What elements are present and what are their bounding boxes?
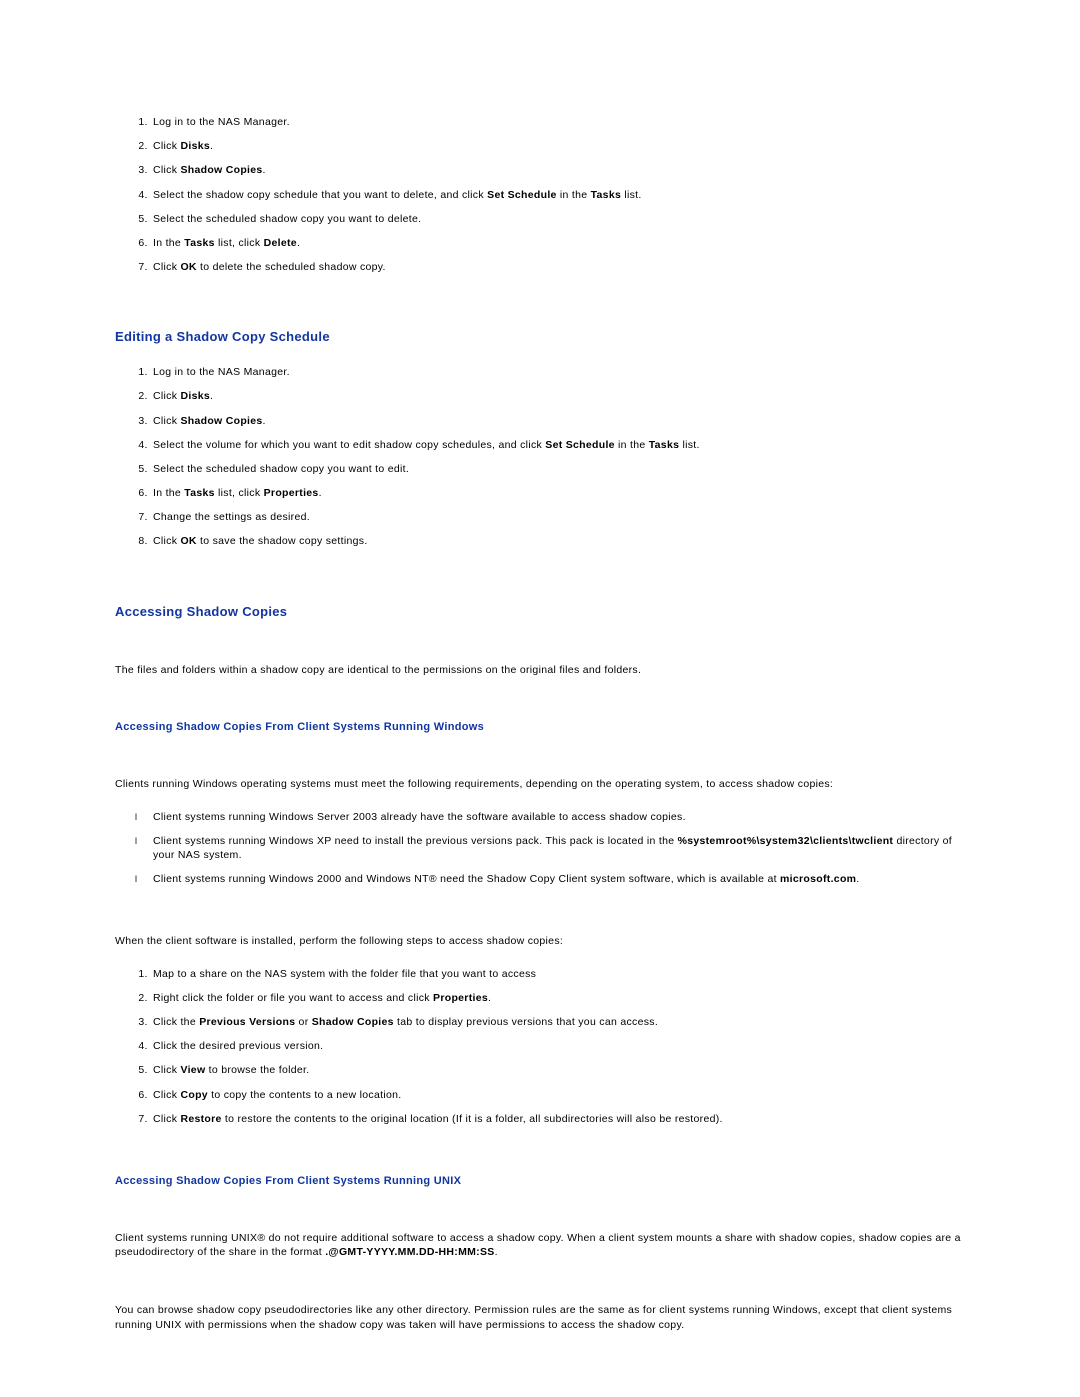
bullet-item: Client systems running Windows Server 20… xyxy=(139,805,965,829)
paragraph-intro: The files and folders within a shadow co… xyxy=(115,663,965,677)
step-item: In the Tasks list, click Delete. xyxy=(151,231,965,255)
step-item: Click Shadow Copies. xyxy=(151,409,965,433)
paragraph-unix-1: Client systems running UNIX® do not requ… xyxy=(115,1231,965,1259)
paragraph-unix-2: You can browse shadow copy pseudodirecto… xyxy=(115,1303,965,1331)
step-item: Click Disks. xyxy=(151,134,965,158)
step-item: Change the settings as desired. xyxy=(151,505,965,529)
subheading-windows-clients: Accessing Shadow Copies From Client Syst… xyxy=(115,721,965,733)
step-item: Select the scheduled shadow copy you wan… xyxy=(151,457,965,481)
steps-list-access-windows: Map to a share on the NAS system with th… xyxy=(115,962,965,1131)
step-item: Map to a share on the NAS system with th… xyxy=(151,962,965,986)
heading-accessing-shadow-copies: Accessing Shadow Copies xyxy=(115,604,965,619)
step-item: Click Disks. xyxy=(151,384,965,408)
step-item: Click Shadow Copies. xyxy=(151,158,965,182)
step-item: Click View to browse the folder. xyxy=(151,1058,965,1082)
bullet-item: Client systems running Windows 2000 and … xyxy=(139,867,965,891)
step-item: Log in to the NAS Manager. xyxy=(151,110,965,134)
step-item: Click OK to save the shadow copy setting… xyxy=(151,529,965,553)
steps-list-delete-schedule: Log in to the NAS Manager. Click Disks. … xyxy=(115,110,965,279)
document-page: Log in to the NAS Manager. Click Disks. … xyxy=(0,0,1080,1392)
step-item: Click Restore to restore the contents to… xyxy=(151,1107,965,1131)
paragraph-windows-requirements: Clients running Windows operating system… xyxy=(115,777,965,791)
step-item: Click the desired previous version. xyxy=(151,1034,965,1058)
paragraph-windows-steps-lead: When the client software is installed, p… xyxy=(115,934,965,948)
bullet-item: Client systems running Windows XP need t… xyxy=(139,829,965,867)
step-item: Click Copy to copy the contents to a new… xyxy=(151,1083,965,1107)
bullet-list-windows-requirements: Client systems running Windows Server 20… xyxy=(115,805,965,892)
step-item: Click OK to delete the scheduled shadow … xyxy=(151,255,965,279)
steps-list-edit-schedule: Log in to the NAS Manager. Click Disks. … xyxy=(115,360,965,553)
step-item: Select the shadow copy schedule that you… xyxy=(151,183,965,207)
step-item: Right click the folder or file you want … xyxy=(151,986,965,1010)
step-item: Click the Previous Versions or Shadow Co… xyxy=(151,1010,965,1034)
step-item: Log in to the NAS Manager. xyxy=(151,360,965,384)
subheading-unix-clients: Accessing Shadow Copies From Client Syst… xyxy=(115,1175,965,1187)
step-item: Select the volume for which you want to … xyxy=(151,433,965,457)
heading-edit-schedule: Editing a Shadow Copy Schedule xyxy=(115,329,965,344)
step-item: In the Tasks list, click Properties. xyxy=(151,481,965,505)
step-item: Select the scheduled shadow copy you wan… xyxy=(151,207,965,231)
